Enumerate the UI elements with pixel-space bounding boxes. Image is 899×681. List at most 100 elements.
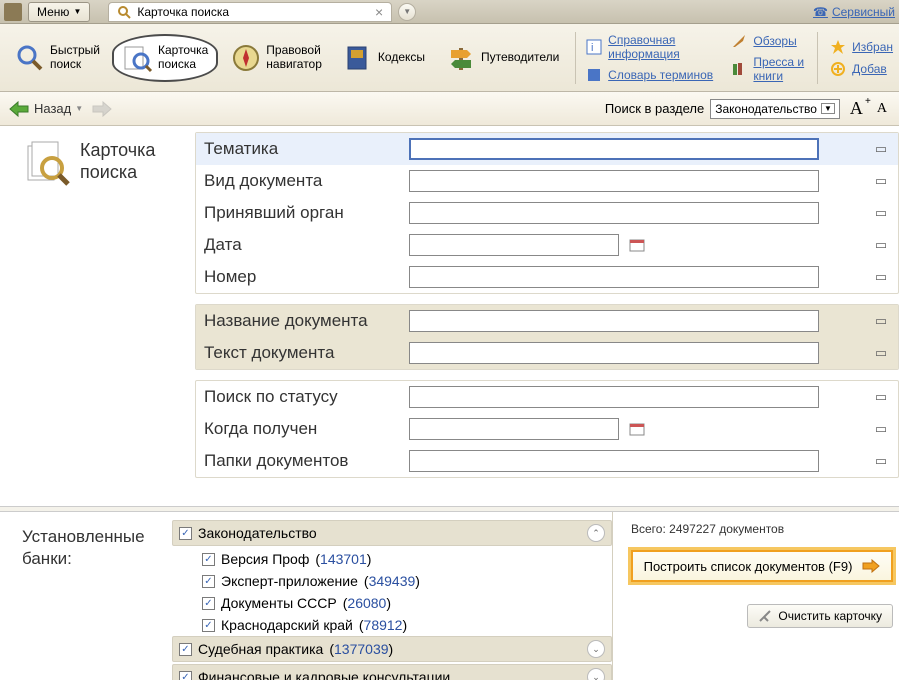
chevron-down-icon: ▼ <box>75 104 83 113</box>
codexes-button[interactable]: Кодексы <box>334 38 433 78</box>
checkbox[interactable] <box>202 553 215 566</box>
tree-node-versia-prof[interactable]: Версия Проф (143701) <box>172 548 612 570</box>
field-menu-icon[interactable]: ▭ <box>872 452 890 470</box>
tree-node-krasnodar[interactable]: Краснодарский край (78912) <box>172 614 612 636</box>
checkbox[interactable] <box>179 643 192 656</box>
clear-card-button[interactable]: Очистить карточку <box>747 604 893 628</box>
checkbox[interactable] <box>202 619 215 632</box>
checkbox[interactable] <box>179 527 192 540</box>
field-nomer: Номер ▭ <box>196 261 898 293</box>
tekst-input[interactable] <box>409 342 819 364</box>
main-toolbar: Быстрый поиск Карточка поиска Правовой н… <box>0 24 899 92</box>
brush-icon <box>731 33 747 49</box>
collapse-icon[interactable]: ⌃ <box>587 524 605 542</box>
poluchen-input[interactable] <box>409 418 619 440</box>
dictionary-icon <box>586 67 602 83</box>
section-selector: Поиск в разделе Законодательство ▼ A+ A <box>605 98 891 119</box>
tree-node-finansy[interactable]: Финансовые и кадровые консультации ⌄ <box>172 664 612 680</box>
back-button[interactable]: Назад ▼ <box>8 100 85 118</box>
search-icon <box>117 5 131 19</box>
term-dict-link[interactable]: Словарь терминов <box>586 67 713 83</box>
tree-node-sssr[interactable]: Документы СССР (26080) <box>172 592 612 614</box>
tab-label: Карточка поиска <box>137 5 229 19</box>
star-icon <box>830 39 846 55</box>
toolbar-links-col2: Обзоры Пресса и книги <box>731 33 813 83</box>
guides-button[interactable]: Путеводители <box>437 38 567 78</box>
field-menu-icon[interactable]: ▭ <box>872 268 890 286</box>
service-link[interactable]: ☎ Сервисный <box>813 5 895 19</box>
info-icon: i <box>586 39 602 55</box>
plus-icon <box>830 61 846 77</box>
search-in-label: Поиск в разделе <box>605 101 704 116</box>
reviews-link[interactable]: Обзоры <box>731 33 813 49</box>
field-data: Дата ▭ <box>196 229 898 261</box>
book-icon <box>342 42 374 74</box>
broom-icon <box>758 609 772 623</box>
favorites-link[interactable]: Избран <box>830 39 893 55</box>
total-count: Всего: 2497227 документов <box>631 522 893 536</box>
toolbar-separator <box>575 32 576 84</box>
checkbox[interactable] <box>202 597 215 610</box>
form-side-header: Карточка поиска <box>0 126 195 506</box>
banks-title: Установленные банки: <box>0 512 172 680</box>
banks-tree: Законодательство ⌃ Версия Проф (143701) … <box>172 512 612 680</box>
field-menu-icon[interactable]: ▭ <box>872 204 890 222</box>
field-tekst: Текст документа ▭ <box>196 337 898 369</box>
close-icon[interactable]: × <box>375 7 383 17</box>
quick-search-button[interactable]: Быстрый поиск <box>6 38 108 78</box>
arrow-left-icon <box>8 100 30 118</box>
add-link[interactable]: Добав <box>830 61 893 77</box>
tematika-input[interactable] <box>409 138 819 160</box>
ref-info-link[interactable]: i Справочная информация <box>586 33 713 61</box>
tree-node-sudebnaya[interactable]: Судебная практика (1377039) ⌄ <box>172 636 612 662</box>
field-status: Поиск по статусу ▭ <box>196 381 898 413</box>
actions-panel: Всего: 2497227 документов Построить спис… <box>612 512 899 680</box>
press-link[interactable]: Пресса и книги <box>731 55 813 83</box>
search-form: Тематика ▭ Вид документа ▭ Принявший орг… <box>195 126 899 506</box>
data-input[interactable] <box>409 234 619 256</box>
calendar-icon[interactable] <box>629 238 645 252</box>
field-menu-icon[interactable]: ▭ <box>872 420 890 438</box>
tree-node-zakonodatelstvo[interactable]: Законодательство ⌃ <box>172 520 612 546</box>
expand-icon[interactable]: ⌄ <box>587 640 605 658</box>
bottom-panel: Установленные банки: Законодательство ⌃ … <box>0 512 899 680</box>
status-input[interactable] <box>409 386 819 408</box>
field-menu-icon[interactable]: ▭ <box>872 236 890 254</box>
font-decrease-button[interactable]: A <box>873 101 891 117</box>
search-card-button[interactable]: Карточка поиска <box>112 34 218 82</box>
section-select[interactable]: Законодательство ▼ <box>710 99 840 119</box>
nazvanie-input[interactable] <box>409 310 819 332</box>
new-tab-button[interactable]: ▼ <box>398 3 416 21</box>
tab-search-card[interactable]: Карточка поиска × <box>108 2 392 22</box>
organ-input[interactable] <box>409 202 819 224</box>
menu-button[interactable]: Меню ▼ <box>28 2 90 22</box>
title-bar: Меню ▼ Карточка поиска × ▼ ☎ Сервисный <box>0 0 899 24</box>
app-icon <box>4 3 22 21</box>
svg-text:i: i <box>591 42 593 54</box>
toolbar-links-col3: Избран Добав <box>830 39 893 77</box>
arrow-right-icon[interactable] <box>91 100 113 118</box>
legal-navigator-button[interactable]: Правовой навигатор <box>222 38 330 78</box>
papki-input[interactable] <box>409 450 819 472</box>
tree-node-expert[interactable]: Эксперт-приложение (349439) <box>172 570 612 592</box>
field-menu-icon[interactable]: ▭ <box>872 312 890 330</box>
field-menu-icon[interactable]: ▭ <box>872 388 890 406</box>
field-menu-icon[interactable]: ▭ <box>872 140 890 158</box>
calendar-icon[interactable] <box>629 422 645 436</box>
form-title: Карточка поиска <box>80 140 155 183</box>
menu-button-label: Меню <box>37 5 69 19</box>
vid-dokumenta-input[interactable] <box>409 170 819 192</box>
field-organ: Принявший орган ▭ <box>196 197 898 229</box>
checkbox[interactable] <box>202 575 215 588</box>
expand-icon[interactable]: ⌄ <box>587 668 605 680</box>
field-vid-dokumenta: Вид документа ▭ <box>196 165 898 197</box>
search-card-icon <box>24 140 70 186</box>
font-increase-button[interactable]: A+ <box>846 98 867 119</box>
checkbox[interactable] <box>179 671 192 681</box>
chevron-down-icon: ▼ <box>73 7 81 16</box>
field-menu-icon[interactable]: ▭ <box>872 344 890 362</box>
nomer-input[interactable] <box>409 266 819 288</box>
chevron-down-icon: ▼ <box>821 103 835 114</box>
field-menu-icon[interactable]: ▭ <box>872 172 890 190</box>
build-list-button[interactable]: Построить список документов (F9) <box>631 550 893 582</box>
